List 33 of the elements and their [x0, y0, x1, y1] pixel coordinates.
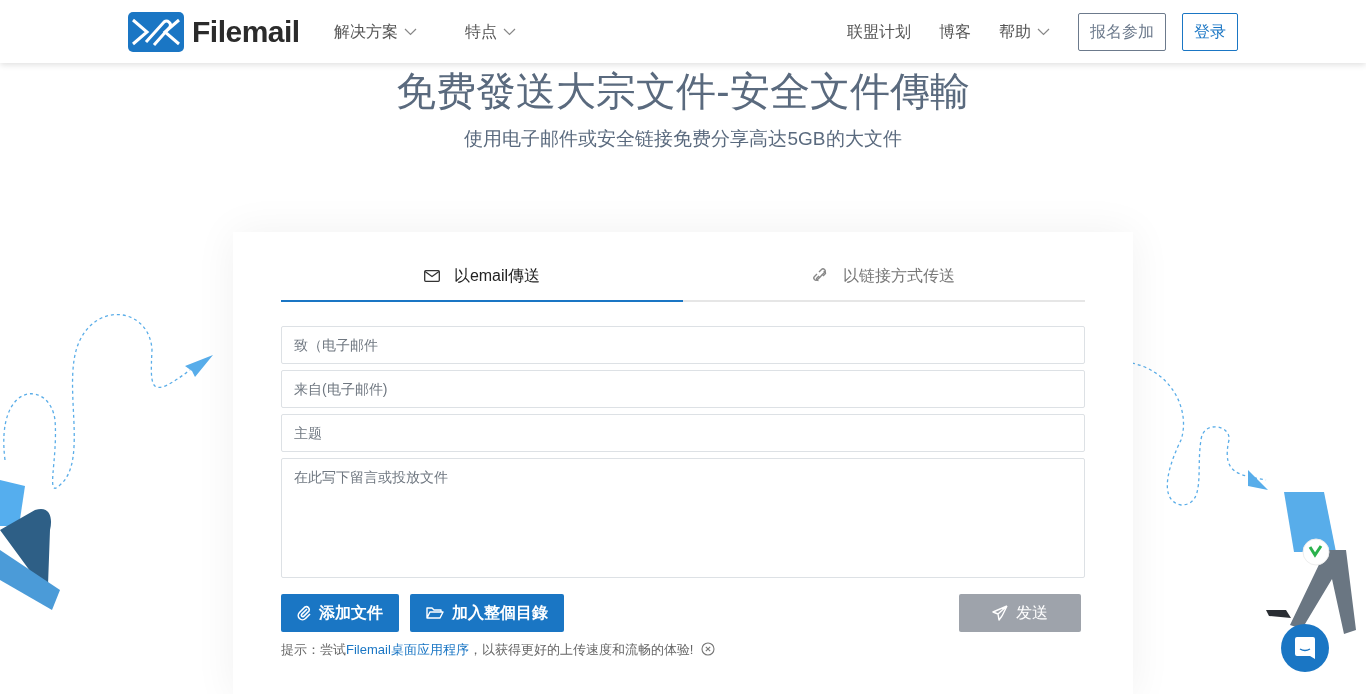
add-folder-button[interactable]: 加入整個目錄 — [410, 593, 564, 632]
logo-link[interactable]: Filemail — [128, 9, 300, 54]
paper-plane-icon — [992, 604, 1008, 621]
nav-menu-item[interactable]: 解决方案 — [333, 19, 417, 44]
add-files-button[interactable]: 添加文件 — [281, 593, 399, 632]
nav-menu-item[interactable]: 帮助 — [999, 19, 1050, 44]
nav-menu-item[interactable]: 联盟计划 — [847, 19, 911, 44]
login-button[interactable]: 登录 — [1182, 12, 1238, 51]
chevron-down-icon — [1037, 27, 1050, 36]
envelope-icon — [423, 269, 440, 282]
page-subtitle: 使用电子邮件或安全链接免费分享高达5GB的大文件 — [463, 127, 903, 151]
chat-button[interactable] — [1281, 624, 1329, 672]
chevron-down-icon — [403, 27, 417, 36]
nav-menu-item[interactable]: 特点 — [464, 19, 516, 44]
message-field[interactable]: 在此写下留言或投放文件 — [281, 457, 1085, 578]
paperclip-icon — [297, 604, 311, 621]
chat-icon — [1294, 636, 1316, 660]
close-icon[interactable] — [701, 642, 716, 657]
logo-icon — [128, 11, 184, 52]
desktop-app-link[interactable]: Filemail桌面应用程序 — [346, 641, 469, 657]
link-icon — [813, 267, 829, 284]
input-field[interactable]: 致（电子邮件 — [281, 325, 1085, 364]
tab[interactable]: 以email傳送 — [281, 255, 683, 302]
page-title: 免费發送大宗文件-安全文件傳輸 — [395, 68, 971, 115]
hint-text: 提示：尝试Filemail桌面应用程序，以获得更好的上传速度和流畅的体验! — [281, 640, 694, 659]
signup-button[interactable]: 报名参加 — [1078, 12, 1166, 51]
tab[interactable]: 以链接方式传送 — [683, 255, 1085, 302]
chevron-down-icon — [502, 27, 516, 36]
logo-text: Filemail — [192, 14, 300, 50]
input-field[interactable]: 来自(电子邮件) — [281, 369, 1085, 408]
input-field[interactable]: 主题 — [281, 413, 1085, 452]
nav-menu-item[interactable]: 博客 — [939, 19, 971, 44]
folder-icon — [426, 605, 444, 620]
